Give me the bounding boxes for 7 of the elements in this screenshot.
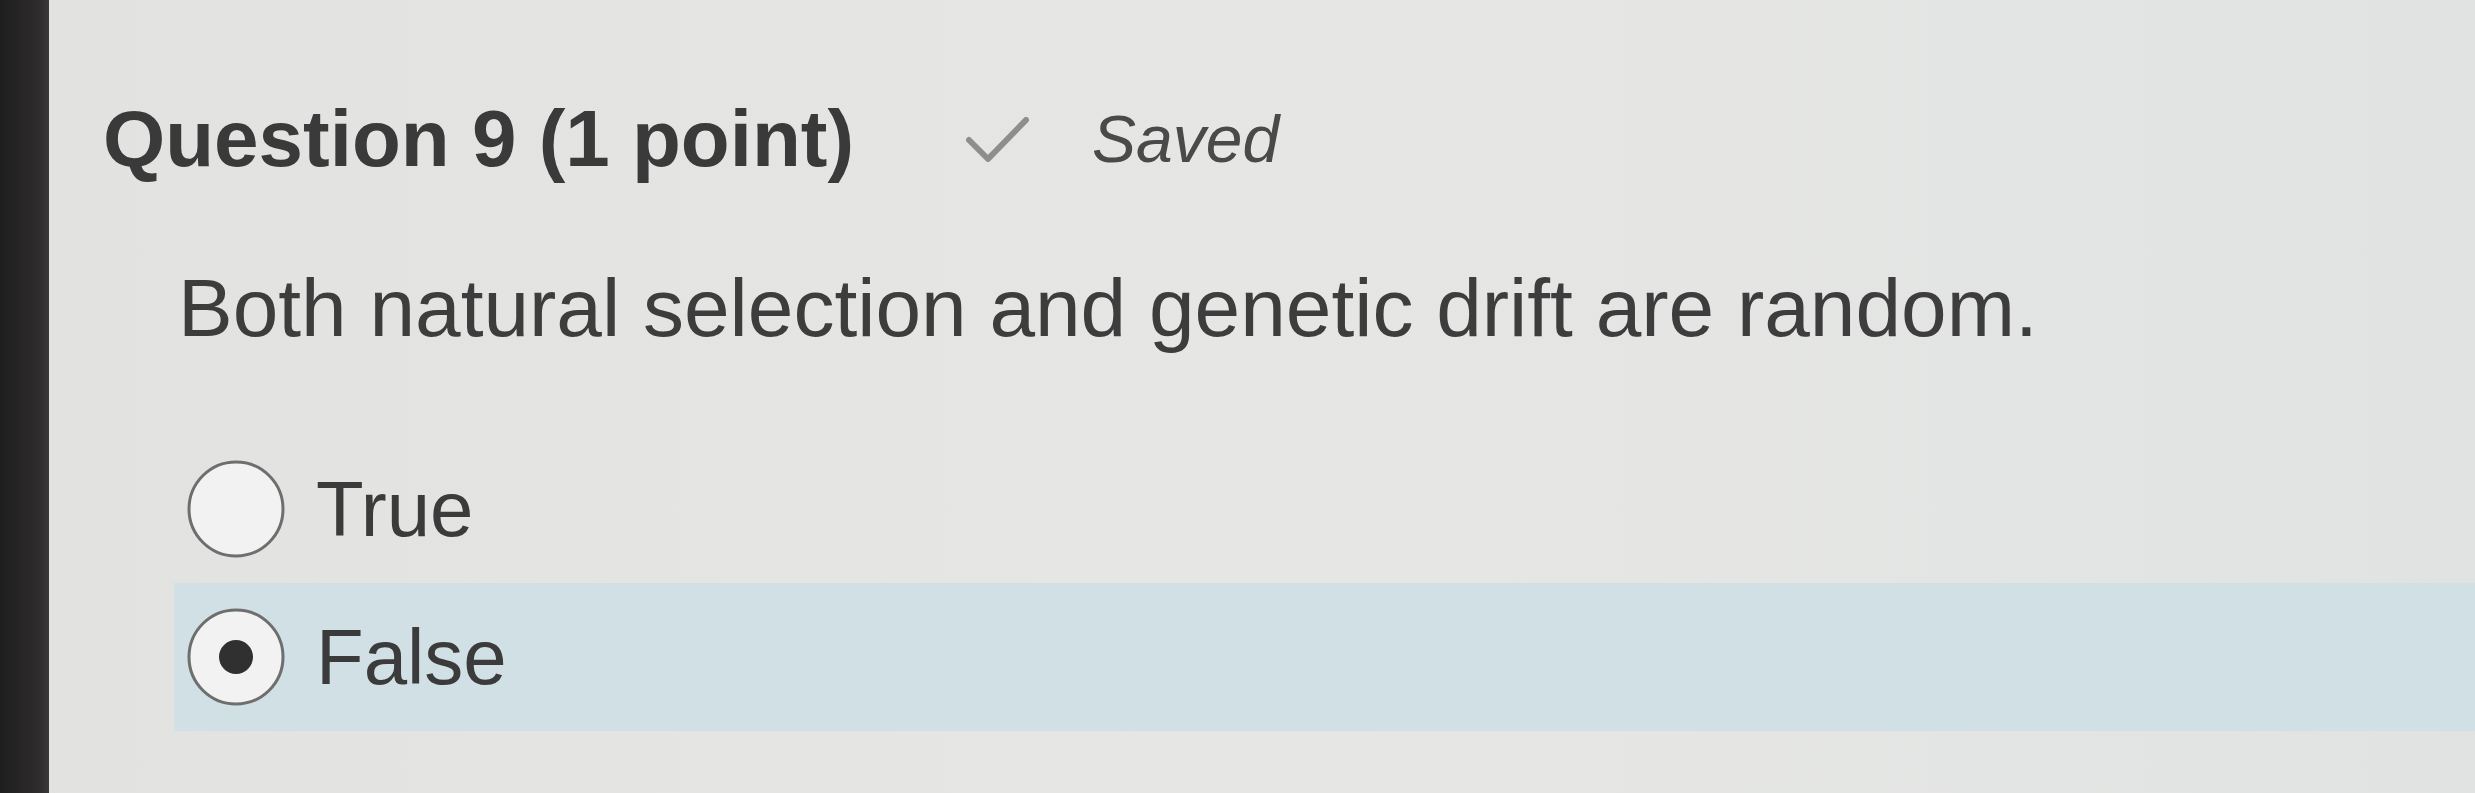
radio-button[interactable] bbox=[186, 459, 286, 559]
question-text: Both natural selection and genetic drift are random. bbox=[178, 261, 2039, 355]
save-status: Saved bbox=[1092, 101, 1280, 178]
answer-option[interactable]: False bbox=[174, 583, 2475, 731]
question-title: Question 9 (1 point) bbox=[103, 93, 855, 185]
answer-option[interactable]: True bbox=[174, 435, 498, 583]
radio-button[interactable] bbox=[186, 607, 286, 707]
